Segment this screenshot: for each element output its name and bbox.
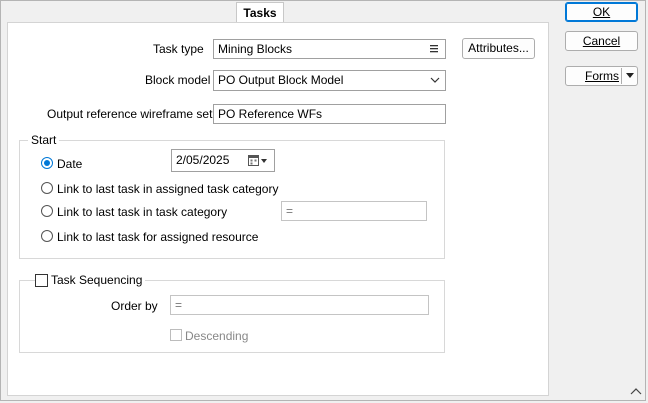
ok-button-label: OK (592, 5, 611, 19)
output-ref-label: Output reference wireframe set (47, 107, 213, 121)
date-picker[interactable]: 2/05/2025 (171, 149, 275, 172)
descending-label: Descending (185, 329, 249, 343)
calendar-icon[interactable] (248, 155, 268, 167)
link-assigned-category-label: Link to last task in assigned task categ… (57, 182, 279, 196)
cancel-button[interactable]: Cancel (565, 31, 638, 51)
date-radio[interactable] (41, 157, 53, 169)
link-assigned-resource-radio[interactable] (41, 230, 53, 242)
task-type-field[interactable]: Mining Blocks (213, 39, 446, 59)
link-assigned-category-radio[interactable] (41, 182, 53, 194)
date-radio-label: Date (57, 157, 83, 171)
descending-checkbox[interactable] (170, 329, 182, 341)
task-category-value: = (286, 204, 294, 218)
ok-button[interactable]: OK (565, 2, 638, 22)
date-value: 2/05/2025 (176, 153, 230, 167)
forms-button-label: Forms (585, 69, 619, 83)
task-type-value: Mining Blocks (218, 42, 293, 56)
tab-tasks[interactable]: Tasks (236, 2, 284, 23)
order-by-field[interactable]: = (170, 295, 429, 315)
chevron-down-icon[interactable] (430, 77, 440, 83)
order-by-label: Order by (111, 299, 158, 313)
list-icon[interactable] (430, 45, 438, 53)
link-task-category-radio[interactable] (41, 205, 53, 217)
cancel-button-label: Cancel (582, 34, 621, 48)
task-sequencing-checkbox[interactable] (35, 274, 48, 287)
task-category-field[interactable]: = (281, 201, 427, 221)
block-model-select[interactable]: PO Output Block Model (213, 70, 446, 91)
chevron-down-icon[interactable] (626, 73, 634, 79)
task-type-label: Task type (153, 42, 204, 56)
block-model-label: Block model (145, 73, 211, 87)
task-sequencing-title: Task Sequencing (48, 273, 146, 287)
link-assigned-resource-label: Link to last task for assigned resource (57, 230, 259, 244)
link-task-category-label: Link to last task in task category (57, 205, 228, 219)
forms-button[interactable]: Forms (565, 66, 638, 86)
attributes-button[interactable]: Attributes... (462, 38, 535, 59)
output-ref-field[interactable]: PO Reference WFs (213, 104, 446, 124)
start-group-title: Start (28, 133, 60, 147)
forms-split-divider (621, 68, 622, 84)
block-model-value: PO Output Block Model (218, 73, 344, 87)
order-by-value: = (175, 298, 183, 312)
chevron-up-icon[interactable] (630, 387, 642, 395)
output-ref-value: PO Reference WFs (218, 107, 323, 121)
attributes-button-label: Attributes... (468, 41, 529, 55)
